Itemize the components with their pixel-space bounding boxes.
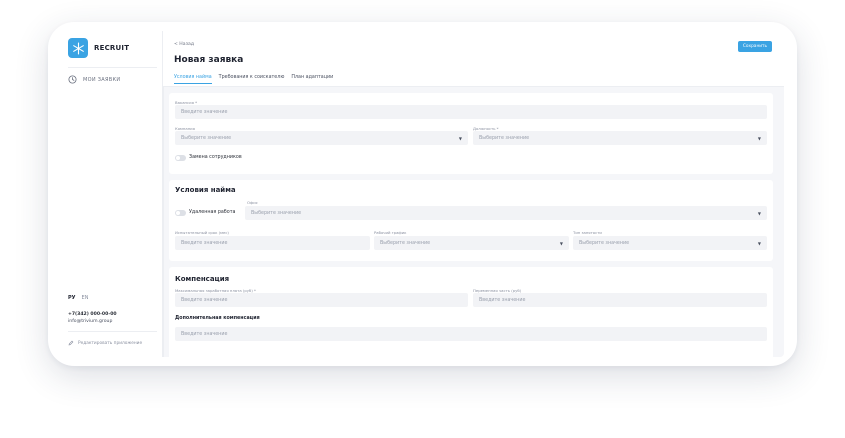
app-window: RECRUIT МОИ ЗАЯВКИ РУ EN +7(342) 000-00-… (62, 31, 784, 357)
employment-select-value: Выберите значение (579, 240, 630, 246)
contact-phone: +7(342) 000-00-00 (68, 312, 117, 317)
contact-email[interactable]: info@trivium.group (68, 319, 112, 324)
office-label: Офис (247, 200, 258, 205)
extra-compensation-input[interactable]: Введите значение (175, 327, 767, 341)
lang-ru[interactable]: РУ (68, 295, 76, 301)
employment-label: Тип занятости (573, 230, 602, 235)
schedule-select[interactable]: Выберите значение ▼ (374, 236, 569, 250)
hiring-conditions-card: Условия найма Удаленная работа Офис Выбе… (169, 180, 773, 261)
caret-down-icon: ▼ (757, 211, 761, 216)
company-select[interactable]: Выберите значение ▼ (175, 131, 468, 145)
pencil-icon (68, 340, 74, 346)
office-select[interactable]: Выберите значение ▼ (245, 206, 767, 220)
sidebar-item-label: МОИ ЗАЯВКИ (83, 76, 121, 83)
tab-adaptation-plan[interactable]: План адаптации (291, 75, 333, 84)
compensation-card: Компенсация Максимальная заработная плат… (169, 267, 773, 357)
replacement-label: Замена сотрудников (189, 155, 242, 160)
general-card: Вакансия * Введите значение Компания Выб… (169, 93, 773, 174)
tab-candidate-requirements[interactable]: Требования к соискателю (219, 75, 285, 84)
main-area: < Назад Новая заявка Сохранить Условия н… (163, 31, 784, 357)
clock-icon (68, 75, 77, 84)
section-title: Условия найма (175, 186, 236, 194)
page-title: Новая заявка (174, 55, 244, 65)
remote-toggle[interactable] (175, 210, 186, 216)
language-switcher: РУ EN (68, 295, 88, 301)
divider (68, 67, 157, 68)
tab-hiring-conditions[interactable]: Условия найма (174, 75, 212, 84)
tab-bar: Условия найма Требования к соискателю Пл… (174, 75, 333, 84)
sidebar: RECRUIT МОИ ЗАЯВКИ РУ EN +7(342) 000-00-… (62, 31, 163, 357)
caret-down-icon: ▼ (757, 136, 761, 141)
probation-input[interactable]: Введите значение (175, 236, 370, 250)
employment-select[interactable]: Выберите значение ▼ (573, 236, 767, 250)
caret-down-icon: ▼ (458, 136, 462, 141)
caret-down-icon: ▼ (559, 241, 563, 246)
form-content: Вакансия * Введите значение Компания Выб… (163, 87, 784, 357)
edit-app-label: Редактировать приложение (78, 340, 143, 346)
position-select[interactable]: Выберите значение ▼ (473, 131, 767, 145)
schedule-select-value: Выберите значение (380, 240, 431, 246)
back-link[interactable]: < Назад (174, 42, 194, 47)
office-select-value: Выберите значение (251, 210, 302, 216)
caret-down-icon: ▼ (757, 241, 761, 246)
edit-app-link[interactable]: Редактировать приложение (68, 340, 142, 346)
probation-label: Испытательный срок (мес) (175, 230, 229, 235)
device-frame: RECRUIT МОИ ЗАЯВКИ РУ EN +7(342) 000-00-… (48, 22, 797, 366)
lang-en[interactable]: EN (82, 295, 89, 301)
logo-icon (68, 38, 88, 58)
save-button[interactable]: Сохранить (738, 41, 772, 52)
sidebar-item-my-requests[interactable]: МОИ ЗАЯВКИ (68, 75, 120, 84)
divider (68, 331, 157, 332)
company-select-value: Выберите значение (181, 135, 232, 141)
vacancy-input[interactable]: Введите значение (175, 105, 767, 119)
remote-label: Удаленная работа (189, 210, 236, 215)
schedule-label: Рабочий график (374, 230, 407, 235)
max-salary-input[interactable]: Введите значение (175, 293, 468, 307)
position-select-value: Выберите значение (479, 135, 530, 141)
section-title: Компенсация (175, 275, 230, 283)
replacement-toggle[interactable] (175, 155, 186, 161)
brand-name: RECRUIT (94, 44, 130, 52)
variable-part-input[interactable]: Введите значение (473, 293, 767, 307)
extra-compensation-title: Дополнительная компенсация (175, 316, 260, 321)
